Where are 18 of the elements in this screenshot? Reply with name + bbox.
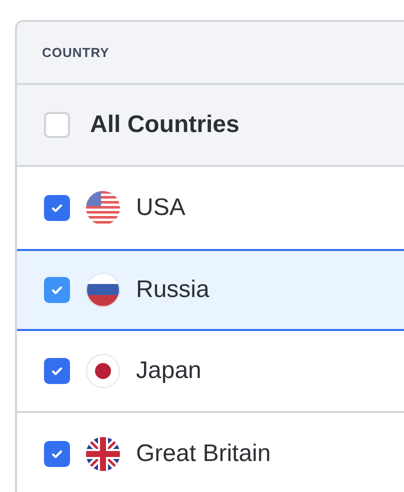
checkbox[interactable] bbox=[44, 441, 70, 467]
country-row[interactable]: USA bbox=[17, 167, 404, 249]
union-flag-icon bbox=[86, 437, 120, 471]
country-name: Japan bbox=[136, 356, 202, 386]
circle-flag-icon bbox=[86, 354, 120, 388]
country-row[interactable]: Great Britain bbox=[17, 413, 404, 492]
country-name: Great Britain bbox=[136, 439, 271, 469]
all-countries-label: All Countries bbox=[90, 110, 240, 140]
country-row[interactable]: Russia bbox=[17, 249, 404, 331]
tricolor-flag-icon bbox=[86, 273, 120, 307]
country-row[interactable]: Japan bbox=[17, 331, 404, 413]
column-header: COUNTRY bbox=[42, 44, 110, 62]
checkbox[interactable] bbox=[44, 358, 70, 384]
checkbox[interactable] bbox=[44, 195, 70, 221]
country-name: Russia bbox=[136, 275, 210, 305]
country-name: USA bbox=[136, 193, 186, 223]
us-flag-icon bbox=[86, 191, 120, 225]
checkbox[interactable] bbox=[44, 277, 70, 303]
